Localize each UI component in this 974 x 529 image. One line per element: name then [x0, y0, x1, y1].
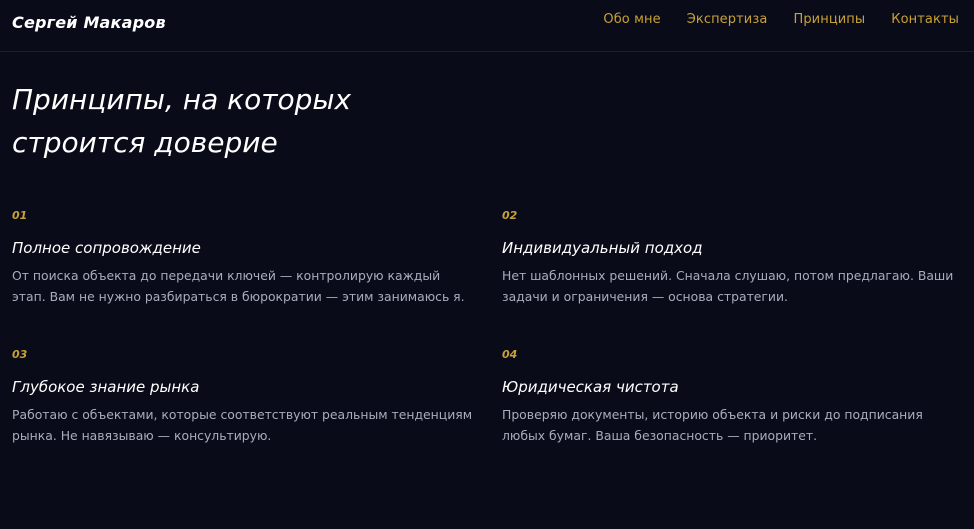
main-nav: Обо мне Экспертиза Принципы Контакты	[603, 12, 959, 27]
nav-expertise[interactable]: Экспертиза	[687, 12, 768, 27]
section-title: Принципы, на которых строится доверие	[12, 83, 352, 159]
principle-title: Индивидуальный подход	[502, 239, 703, 257]
principle-card: 03 Глубокое знание рынка Работаю с объек…	[12, 347, 477, 446]
principle-title: Юридическая чистота	[502, 378, 679, 396]
nav-principles[interactable]: Принципы	[793, 12, 865, 27]
nav-contacts[interactable]: Контакты	[891, 12, 959, 27]
principle-number: 04	[502, 348, 518, 361]
page: Сергей Макаров Обо мне Экспертиза Принци…	[0, 0, 974, 529]
principle-description: Работаю с объектами, которые соответству…	[12, 407, 473, 443]
principle-card: 02 Индивидуальный подход Нет шаблонных р…	[502, 208, 967, 307]
principle-title: Полное сопровождение	[12, 239, 201, 257]
site-header: Сергей Макаров Обо мне Экспертиза Принци…	[0, 0, 974, 52]
nav-about[interactable]: Обо мне	[603, 12, 660, 27]
principle-description: Нет шаблонных решений. Сначала слушаю, п…	[502, 268, 954, 304]
principle-card: 04 Юридическая чистота Проверяю документ…	[502, 347, 967, 446]
principle-number: 03	[12, 348, 28, 361]
principle-card: 01 Полное сопровождение От поиска объект…	[12, 208, 477, 307]
principle-title: Глубокое знание рынка	[12, 378, 200, 396]
principle-number: 02	[502, 209, 518, 222]
principle-number: 01	[12, 209, 28, 222]
principle-description: От поиска объекта до передачи ключей — к…	[12, 268, 465, 304]
site-logo[interactable]: Сергей Макаров	[12, 13, 166, 32]
principle-description: Проверяю документы, историю объекта и ри…	[502, 407, 923, 443]
